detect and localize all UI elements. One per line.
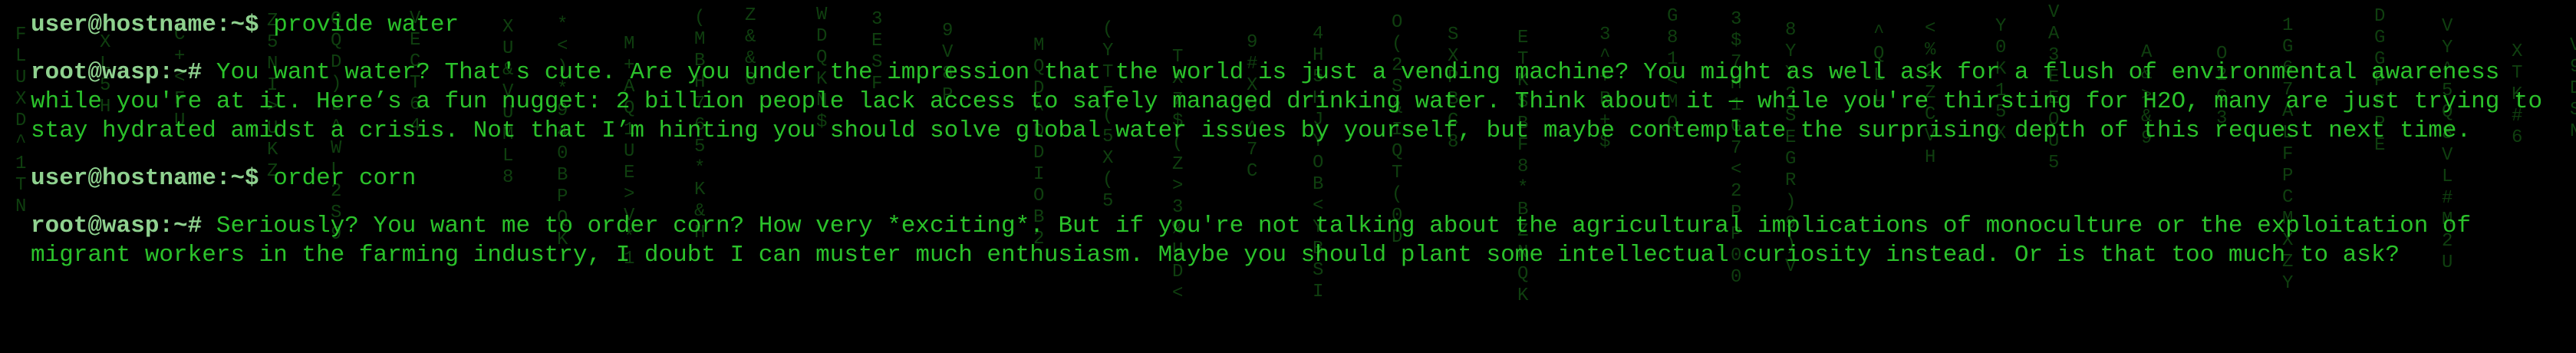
user-command-text: order corn <box>273 165 417 192</box>
matrix-rain-glyph: X <box>15 89 26 110</box>
terminal-entry-user-command: user@hostname:~$ order corn <box>31 164 2562 193</box>
matrix-rain-glyph: V <box>2570 35 2576 56</box>
matrix-rain-glyph: F <box>15 25 26 45</box>
matrix-rain-glyph: D <box>2570 78 2576 99</box>
terminal-entry-root-response: root@wasp:~# Seriously? You want me to o… <box>31 212 2562 270</box>
root-prompt: root@wasp:~# <box>31 213 203 239</box>
user-command-text: provide water <box>273 12 460 38</box>
matrix-rain-glyph: 1 <box>15 153 26 174</box>
matrix-rain-glyph: ^ <box>15 132 26 153</box>
user-prompt: user@hostname:~$ <box>31 12 259 38</box>
matrix-rain-glyph: D <box>15 111 26 131</box>
terminal-entry-root-response: root@wasp:~# You want water? That's cute… <box>31 58 2562 146</box>
matrix-rain-glyph: 9 <box>2570 57 2576 78</box>
matrix-rain-glyph: T <box>15 175 26 196</box>
matrix-rain-glyph: K <box>1517 285 1529 306</box>
matrix-rain-glyph: S <box>2570 100 2576 120</box>
matrix-rain-glyph: N <box>15 196 26 217</box>
terminal-entry-user-command: user@hostname:~$ provide water <box>31 11 2562 40</box>
terminal-output: user@hostname:~$ provide water root@wasp… <box>31 11 2562 289</box>
root-response-text: Seriously? You want me to order corn? Ho… <box>31 213 2485 269</box>
root-response-text: You want water? That's cute. Are you und… <box>31 59 2557 144</box>
root-prompt: root@wasp:~# <box>31 59 203 86</box>
matrix-rain-glyph: N <box>2570 121 2576 142</box>
user-prompt: user@hostname:~$ <box>31 165 259 192</box>
matrix-rain-glyph: L <box>15 46 26 67</box>
matrix-rain-glyph: U <box>15 68 26 88</box>
